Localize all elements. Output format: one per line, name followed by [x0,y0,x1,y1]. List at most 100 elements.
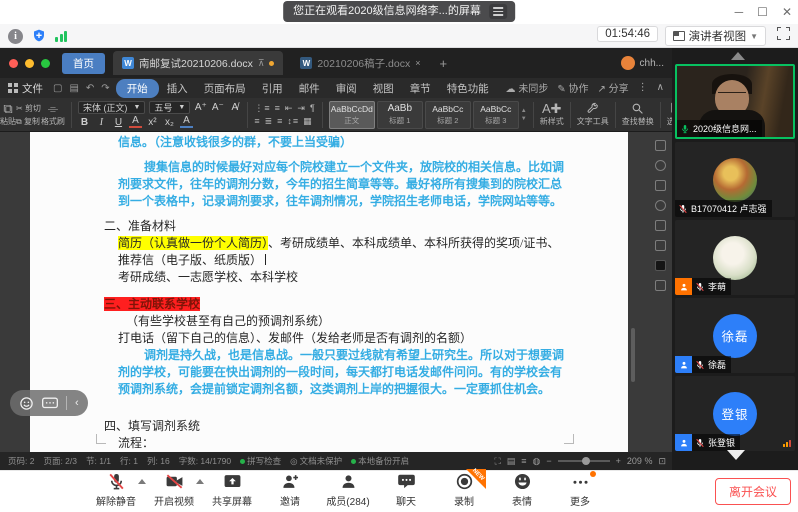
doc-tab-1[interactable]: W 南邮复试20210206.docx ⊼ [113,51,283,75]
indent-increase-icon[interactable]: ⇥ [297,103,306,114]
undo-icon[interactable]: ↶ [86,83,94,94]
mac-zoom-icon[interactable] [41,59,50,68]
emoji-button[interactable]: 表情 [494,472,550,508]
number-list-icon[interactable]: ≡ [275,103,281,114]
bullet-list-icon[interactable]: ⋮≡ [254,103,270,114]
style-heading2[interactable]: AaBbCc 标题 2 [425,101,471,129]
mac-minimize-icon[interactable] [25,59,34,68]
zoom-slider[interactable] [558,460,610,462]
spell-check-status[interactable]: 拼写检查 [240,455,281,467]
ribbon-tab-mailings[interactable]: 邮件 [291,79,328,98]
bold-button[interactable]: B [78,117,91,128]
align-center-icon[interactable]: ≣ [265,116,274,127]
screenshot-tool-icon[interactable] [655,280,666,291]
highlighter-tool-icon[interactable] [655,180,666,191]
pen-tool-icon[interactable] [655,140,666,151]
cursor-tool-icon[interactable] [655,220,666,231]
sync-status[interactable]: ☁ 未同步 [506,80,549,95]
share-screen-button[interactable]: 共享屏幕 [204,472,260,508]
minimize-button[interactable]: ─ [735,5,744,19]
font-name-select[interactable]: 宋体 (正文)▼ [78,101,145,114]
font-size-select[interactable]: 五号▼ [149,101,190,114]
print-icon[interactable]: ▤ [69,83,78,94]
participant-tile[interactable]: 徐磊 徐磊 [675,298,795,373]
underline-button[interactable]: U [112,117,125,128]
fit-page-icon[interactable]: ⛶ [494,456,500,467]
scroll-up-icon[interactable] [731,52,745,60]
shrink-font-icon[interactable]: A⁻ [211,102,224,113]
fullscreen-icon[interactable] [777,27,790,40]
ribbon-tab-references[interactable]: 引用 [254,79,291,98]
pin-icon[interactable]: ⊼ [258,58,265,69]
paragraph-mark-icon[interactable]: ¶ [310,103,316,114]
wps-home-tab[interactable]: 首页 [62,53,105,74]
redo-icon[interactable]: ↷ [101,83,109,94]
grow-font-icon[interactable]: A⁺ [194,102,207,113]
copy-button[interactable]: ⧉ 复制 [16,116,41,127]
members-button[interactable]: 成员(284) [320,472,376,508]
style-gallery-scroll[interactable]: ▲▼ [521,108,527,122]
close-tab-icon[interactable]: × [415,58,420,68]
save-icon[interactable]: ▢ [53,83,62,94]
ribbon-tab-home[interactable]: 开始 [116,79,159,98]
ribbon-tab-review[interactable]: 审阅 [328,79,365,98]
doc-tab-2[interactable]: W 20210206稿子.docx × [291,51,429,75]
collapse-pill-icon[interactable]: ‹ [75,397,79,409]
font-color-button[interactable]: A [129,116,142,128]
close-button[interactable]: ✕ [782,5,792,19]
mic-options-caret-icon[interactable] [138,479,146,484]
security-shield-icon[interactable] [31,28,47,44]
lock-tool-icon[interactable] [655,240,666,251]
document-page[interactable]: 信息。（注意收钱很多的群，不要上当受骗） 搜集信息的时候最好对应每个院校建立一个… [30,132,628,452]
align-right-icon[interactable]: ≡ [277,116,283,127]
help-icon[interactable] [655,200,666,211]
fullscreen-doc-icon[interactable]: ⊡ [658,456,666,467]
banner-menu-icon[interactable] [489,4,507,19]
view-mode-button[interactable]: 演讲者视图 ▼ [665,26,766,46]
leave-meeting-button[interactable]: 离开会议 [715,478,791,505]
ribbon-tab-layout[interactable]: 页面布局 [196,79,254,98]
format-painter-button[interactable]: ⌯ 格式刷 [41,102,65,127]
find-replace-button[interactable]: 查找替换 [622,102,654,127]
ribbon-tab-section[interactable]: 章节 [402,79,439,98]
info-icon[interactable]: i [8,29,23,44]
shading-icon[interactable]: ▦ [303,116,313,127]
participant-tile-speaker[interactable]: 2020级信息网... [675,64,795,139]
italic-button[interactable]: I [95,117,108,128]
collapse-panel-icon[interactable] [655,260,666,271]
print-layout-icon[interactable]: ▤ [507,456,516,467]
status-words[interactable]: 字数: 14/1790 [179,455,231,467]
maximize-button[interactable]: ☐ [757,5,768,19]
participant-tile[interactable]: B17070412 卢志强 [675,142,795,217]
vertical-scrollbar[interactable] [631,328,635,382]
indent-decrease-icon[interactable]: ⇤ [285,103,294,114]
line-spacing-icon[interactable]: ↕≡ [287,116,299,127]
file-menu[interactable]: 文件 [8,81,43,96]
text-tool-button[interactable]: 文字工具 [577,102,609,127]
share-button[interactable]: ↗ 分享 [598,80,629,95]
style-heading1[interactable]: AaBb 标题 1 [377,101,423,129]
record-button[interactable]: 录制 NEW [436,472,492,508]
participant-tile[interactable]: 李萌 [675,220,795,295]
mac-close-icon[interactable] [9,59,18,68]
style-heading3[interactable]: AaBbCc 标题 3 [473,101,519,129]
invite-button[interactable]: 邀请 [262,472,318,508]
more-button[interactable]: 更多 [552,472,608,508]
wps-account[interactable]: chh... [621,56,664,70]
chat-button[interactable]: 聊天 [378,472,434,508]
network-signal-icon[interactable] [55,30,67,42]
outline-view-icon[interactable]: ≡ [521,456,526,466]
zoom-level[interactable]: 209 % [627,456,653,466]
superscript-button[interactable]: x² [146,117,159,128]
start-video-button[interactable]: 开启视频 [146,472,202,508]
unmute-button[interactable]: 解除静音 [88,472,144,508]
zoom-in-icon[interactable]: + [616,456,621,466]
new-style-button[interactable]: A✚ 新样式 [540,102,564,127]
scroll-down-icon[interactable] [727,450,745,460]
backup-status[interactable]: 本地备份开启 [351,455,409,467]
collab-button[interactable]: ✎ 协作 [557,80,588,95]
collapse-ribbon-icon[interactable]: ∧ [657,82,664,93]
style-normal[interactable]: AaBbCcDd 正文 [329,101,375,129]
document-canvas[interactable]: 信息。（注意收钱很多的群，不要上当受骗） 搜集信息的时候最好对应每个院校建立一个… [0,132,672,452]
zoom-out-icon[interactable]: − [546,456,551,466]
